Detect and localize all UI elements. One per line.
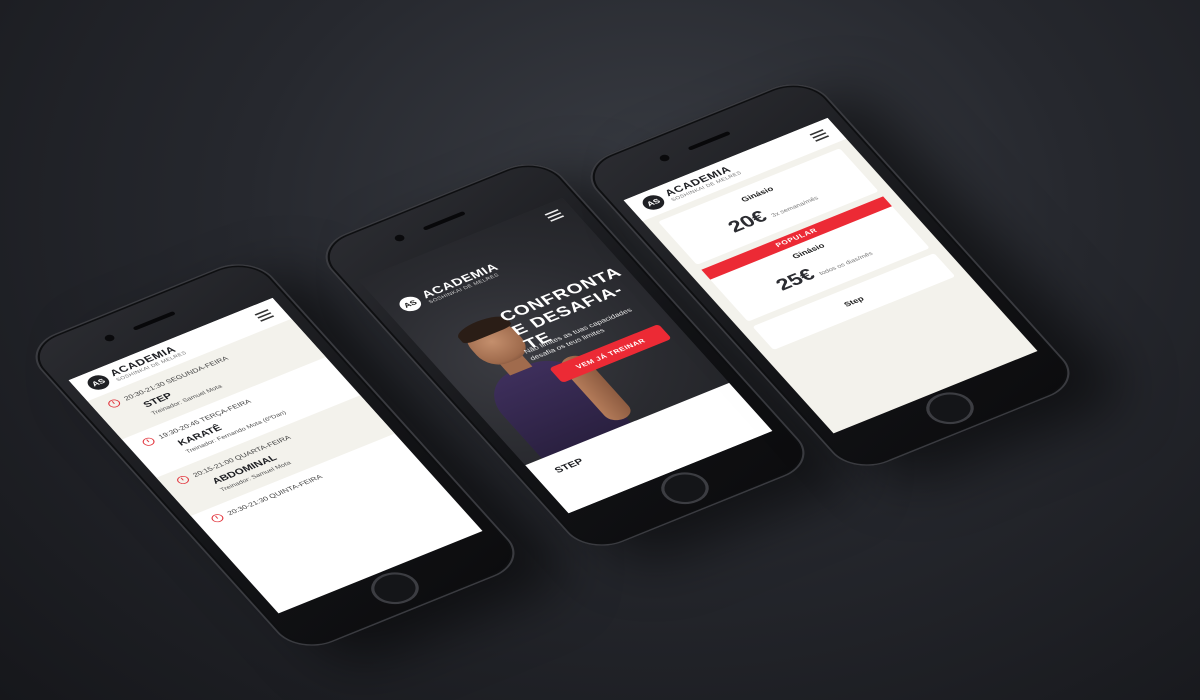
plan-price: 25€ [771, 264, 820, 295]
clock-icon [140, 436, 157, 448]
camera-icon [102, 333, 117, 343]
speaker-grille [687, 131, 731, 151]
clock-icon [106, 398, 123, 409]
speaker-grille [422, 211, 466, 231]
section-peek-title: STEP [552, 456, 586, 476]
hamburger-menu-icon[interactable] [809, 129, 830, 142]
logo-icon: AS [83, 372, 114, 393]
plan-frequency: todos os dias/mês [818, 251, 875, 277]
clock-icon [209, 512, 226, 524]
hamburger-menu-icon[interactable] [254, 309, 275, 322]
logo-icon: AS [638, 192, 669, 213]
camera-icon [392, 233, 407, 243]
speaker-grille [132, 311, 176, 331]
plan-price: 20€ [723, 206, 772, 236]
hamburger-menu-icon[interactable] [544, 209, 565, 222]
plan-frequency: 3x semana/mês [770, 195, 821, 219]
logo-icon: AS [395, 294, 426, 314]
mockup-stage: AS ACADEMIA SOSHINKAI DE MELRES 20:30-21… [0, 0, 1200, 700]
clock-icon [174, 474, 192, 486]
camera-icon [657, 153, 672, 163]
